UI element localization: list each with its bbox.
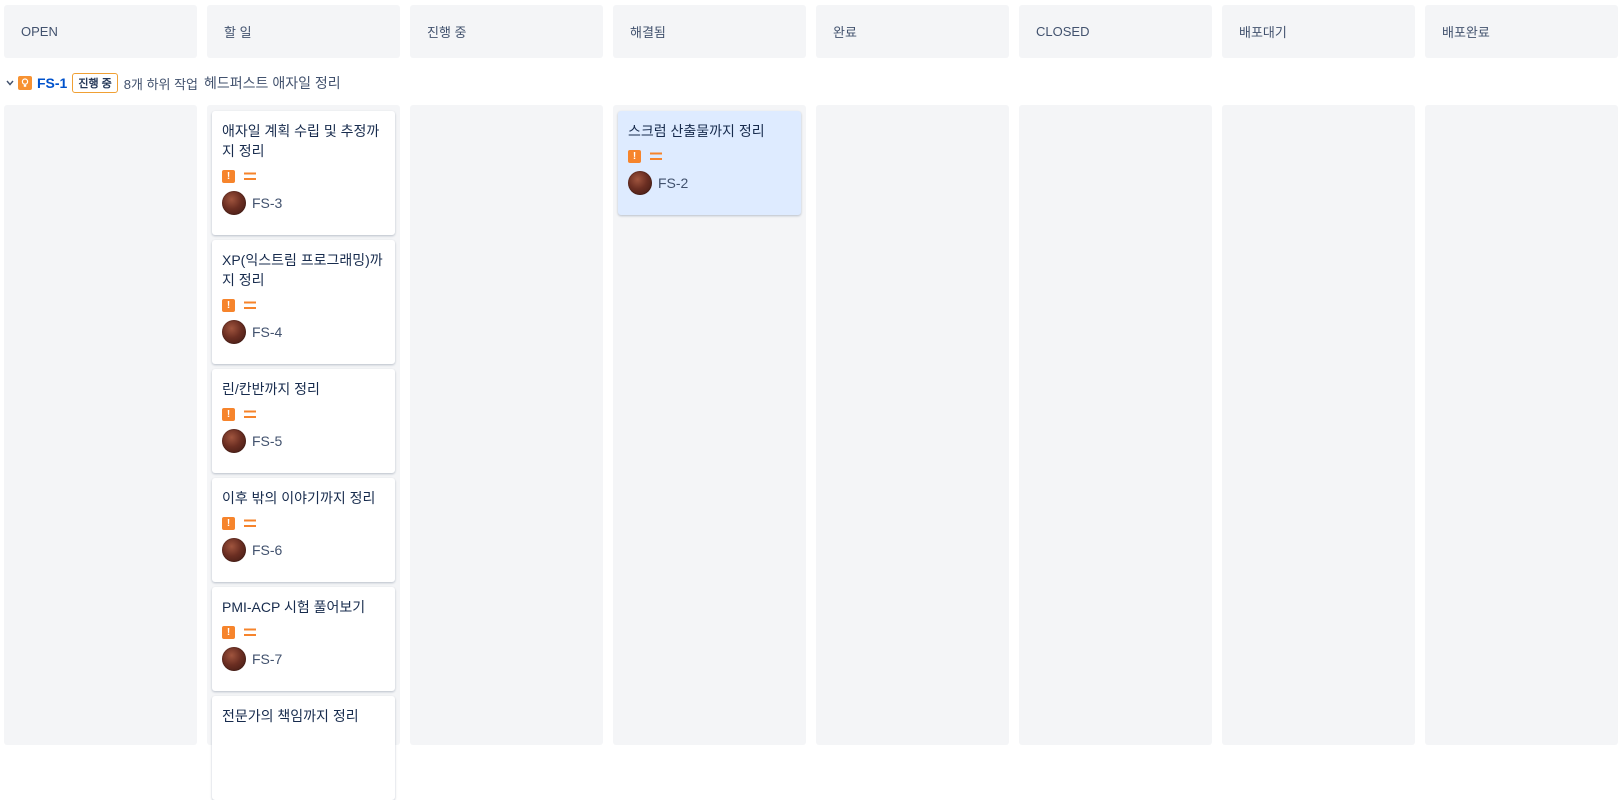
column-title: 배포완료 [1442,25,1490,40]
column-title: 배포대기 [1239,25,1287,40]
avatar[interactable] [222,429,246,453]
avatar[interactable] [222,538,246,562]
issue-card[interactable]: PMI-ACP 시험 풀어보기 ! FS-7 [212,587,395,691]
epic-summary: 헤드퍼스트 애자일 정리 [204,75,341,91]
column-closed [1019,105,1212,745]
card-title: 스크럼 산출물까지 정리 [628,123,765,139]
card-key[interactable]: FS-5 [252,433,282,449]
column-in-progress [410,105,603,745]
avatar[interactable] [222,647,246,671]
avatar[interactable] [222,320,246,344]
card-title: XP(익스트림 프로그래밍)까지 정리 [222,252,383,288]
chevron-down-icon[interactable] [3,76,17,90]
column-title: 해결됨 [630,25,666,40]
column-header-resolved[interactable]: 해결됨 [613,5,806,58]
priority-medium-icon [244,172,256,180]
column-title: OPEN [21,24,58,39]
card-title: 이후 밖의 이야기까지 정리 [222,490,376,506]
issue-type-icon: ! [222,407,235,421]
issue-card-selected[interactable]: 스크럼 산출물까지 정리 ! FS-2 [618,111,801,215]
column-title: CLOSED [1036,24,1090,39]
priority-medium-icon [244,410,256,418]
issue-type-icon: ! [222,516,235,530]
column-title: 완료 [833,25,857,40]
epic-key-link[interactable]: FS-1 [37,75,67,91]
issue-card[interactable]: 린/칸반까지 정리 ! FS-5 [212,369,395,473]
card-key[interactable]: FS-2 [658,175,688,191]
status-badge: 진행 중 [72,73,118,93]
board-column-headers: OPEN 할 일 진행 중 해결됨 완료 CLOSED 배포대기 배포완료 [0,5,1624,58]
issue-card[interactable]: 이후 밖의 이야기까지 정리 ! FS-6 [212,478,395,582]
column-title: 할 일 [224,25,252,40]
issue-type-icon: ! [222,169,235,183]
card-key[interactable]: FS-6 [252,542,282,558]
priority-medium-icon [244,628,256,636]
card-key[interactable]: FS-7 [252,651,282,667]
issue-type-icon: ! [628,149,641,163]
column-todo: 애자일 계획 수립 및 추정까지 정리 ! FS-3 XP(익스트림 프로그래밍… [207,105,400,800]
avatar[interactable] [222,191,246,215]
column-done [816,105,1009,745]
card-title: 애자일 계획 수립 및 추정까지 정리 [222,123,380,159]
avatar[interactable] [628,171,652,195]
column-header-open[interactable]: OPEN [4,5,197,58]
issue-type-icon: ! [222,625,235,639]
issue-card[interactable]: 전문가의 책임까지 정리 [212,696,395,800]
column-title: 진행 중 [427,25,467,40]
column-header-release-pending[interactable]: 배포대기 [1222,5,1415,58]
lightbulb-icon [18,76,32,90]
column-open [4,105,197,745]
issue-type-icon: ! [222,298,235,312]
priority-medium-icon [244,301,256,309]
card-title: 전문가의 책임까지 정리 [222,708,359,724]
subtask-count: 8개 하위 작업 [123,76,199,92]
card-title: PMI-ACP 시험 풀어보기 [222,599,366,615]
column-header-done[interactable]: 완료 [816,5,1009,58]
column-header-in-progress[interactable]: 진행 중 [410,5,603,58]
card-title: 린/칸반까지 정리 [222,381,320,397]
column-header-released[interactable]: 배포완료 [1425,5,1618,58]
column-released [1425,105,1618,745]
column-resolved: 스크럼 산출물까지 정리 ! FS-2 [613,105,806,745]
column-header-todo[interactable]: 할 일 [207,5,400,58]
column-header-closed[interactable]: CLOSED [1019,5,1212,58]
priority-medium-icon [650,152,662,160]
card-key[interactable]: FS-3 [252,195,282,211]
issue-card[interactable]: XP(익스트림 프로그래밍)까지 정리 ! FS-4 [212,240,395,364]
priority-medium-icon [244,519,256,527]
card-key[interactable]: FS-4 [252,324,282,340]
epic-swimlane-header: FS-1 진행 중 8개 하위 작업 헤드퍼스트 애자일 정리 [0,70,1624,96]
column-release-pending [1222,105,1415,745]
issue-card[interactable]: 애자일 계획 수립 및 추정까지 정리 ! FS-3 [212,111,395,235]
